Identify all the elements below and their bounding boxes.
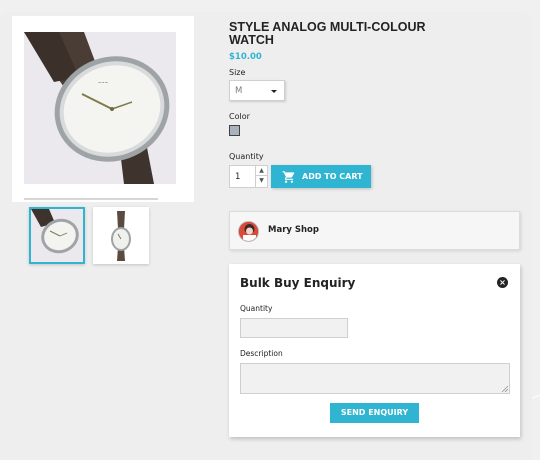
quantity-stepper[interactable]: 1 ▲ ▼ xyxy=(229,165,268,188)
chevron-down-icon xyxy=(271,90,277,93)
shopping-cart-icon xyxy=(282,171,295,183)
size-select[interactable]: M xyxy=(229,80,285,101)
quantity-input[interactable]: 1 xyxy=(235,172,240,182)
seller-name[interactable]: Mary Shop xyxy=(268,225,319,235)
quantity-buttons: ▲ ▼ xyxy=(255,166,267,187)
svg-text:~~~: ~~~ xyxy=(98,80,108,85)
add-to-cart-button[interactable]: ADD TO CART xyxy=(271,165,371,188)
product-price: $10.00 xyxy=(229,52,262,62)
product-thumbnail-2[interactable] xyxy=(93,207,149,264)
product-title: STYLE ANALOG MULTI-COLOUR WATCH xyxy=(229,20,426,47)
cover-scroll-indicator xyxy=(24,198,158,200)
enquiry-quantity-input[interactable] xyxy=(240,318,348,338)
enquiry-description-label: Description xyxy=(240,349,283,358)
quantity-increase-icon[interactable]: ▲ xyxy=(256,166,267,176)
enquiry-quantity-label: Quantity xyxy=(240,304,273,313)
bulk-enquiry-card: Bulk Buy Enquiry × Quantity Description … xyxy=(229,264,520,437)
seller-card[interactable]: Mary Shop xyxy=(229,211,520,250)
product-cover-card: ~~~ xyxy=(12,16,194,202)
resize-grip-icon[interactable] xyxy=(502,386,508,392)
quantity-decrease-icon[interactable]: ▼ xyxy=(256,176,267,186)
product-thumbnail-1[interactable] xyxy=(29,207,85,264)
size-label: Size xyxy=(229,68,246,77)
add-to-cart-label: ADD TO CART xyxy=(302,172,363,181)
product-cover-image[interactable]: ~~~ xyxy=(24,32,176,184)
color-label: Color xyxy=(229,112,250,121)
color-swatch[interactable] xyxy=(229,125,240,136)
close-icon[interactable]: × xyxy=(497,277,508,288)
enquiry-title: Bulk Buy Enquiry xyxy=(240,276,356,290)
seller-avatar xyxy=(238,221,259,242)
quantity-label: Quantity xyxy=(229,152,264,161)
size-selected-value: M xyxy=(235,86,243,96)
enquiry-description-textarea[interactable] xyxy=(240,363,510,394)
send-enquiry-button[interactable]: SEND ENQUIRY xyxy=(330,403,419,423)
